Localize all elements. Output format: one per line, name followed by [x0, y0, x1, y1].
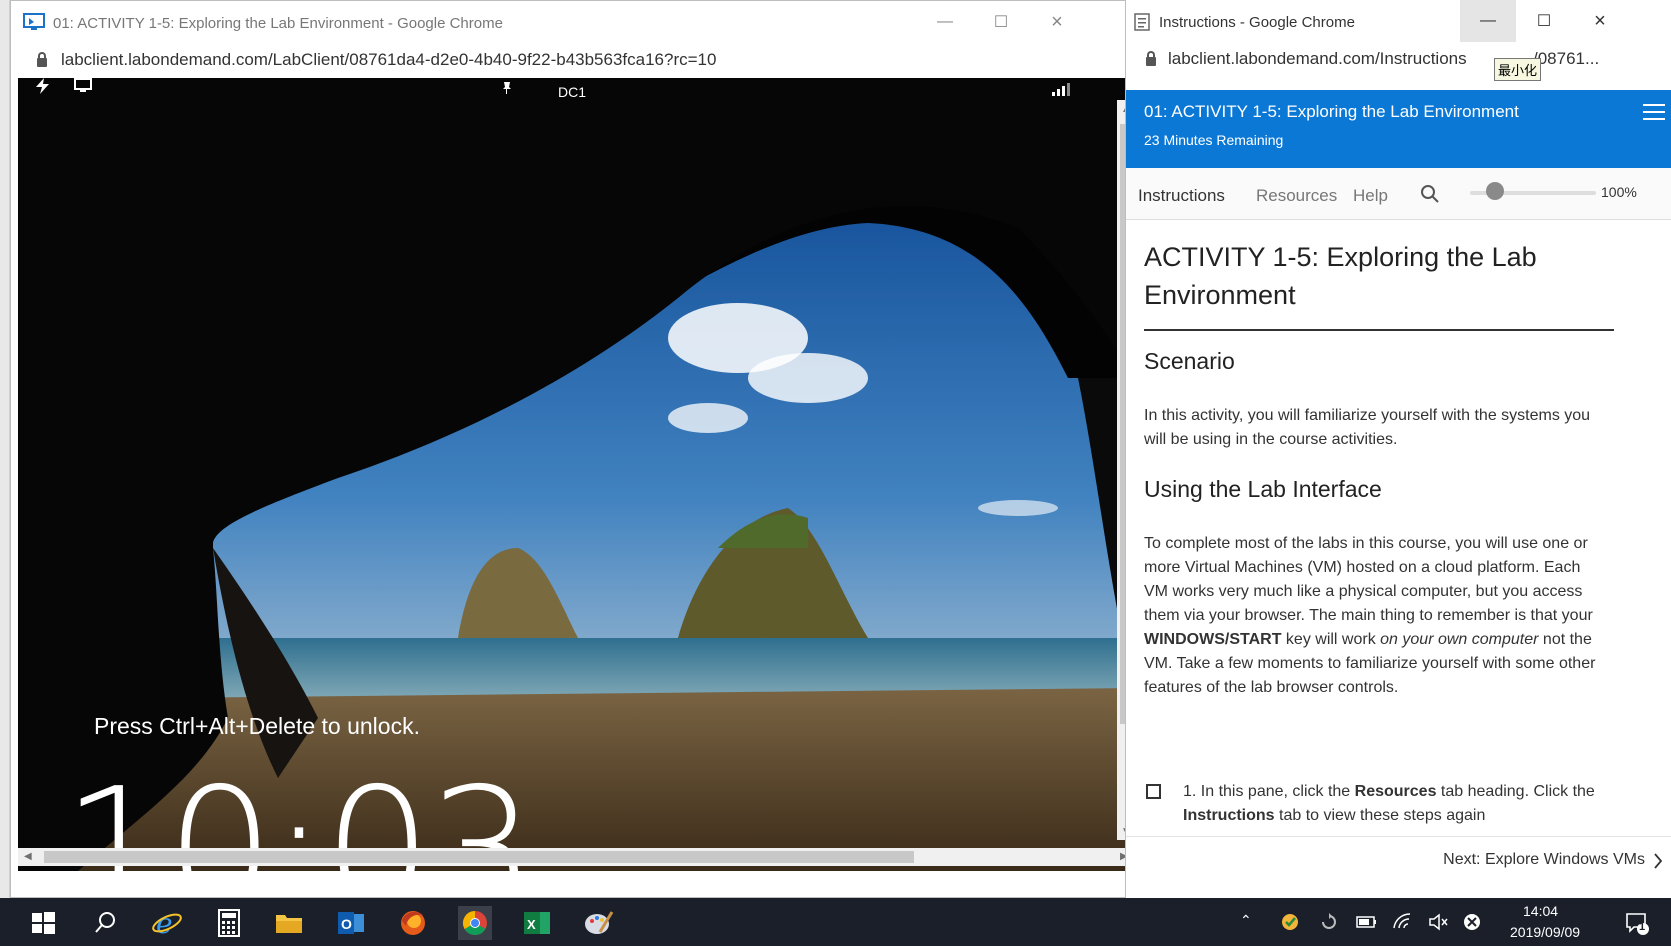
show-hidden-icons[interactable]: ⌃ [1240, 912, 1252, 929]
unlock-prompt: Press Ctrl+Alt+Delete to unlock. [94, 713, 420, 739]
taskbar-date[interactable]: 2019/09/09 [1510, 924, 1580, 940]
lab-header: 01: ACTIVITY 1-5: Exploring the Lab Envi… [1126, 90, 1671, 168]
right-window-titlebar[interactable]: Instructions - Google Chrome — ☐ × [1126, 0, 1671, 42]
zoom-value: 100% [1601, 184, 1637, 200]
svg-text:X: X [527, 917, 536, 932]
scenario-text: In this activity, you will familiarize y… [1144, 407, 1591, 448]
security-check-icon[interactable] [1281, 913, 1301, 931]
wifi-icon[interactable] [1392, 912, 1412, 930]
calculator-icon[interactable] [212, 906, 246, 940]
step-checkbox[interactable] [1146, 784, 1161, 799]
right-address-bar[interactable]: labclient.labondemand.com/Instructions /… [1126, 42, 1671, 78]
section-title-lab-interface: Using the Lab Interface [1144, 476, 1382, 502]
vm-toolbar: DC1 [18, 78, 1135, 106]
right-url-tail[interactable]: /08761... [1533, 49, 1599, 69]
remote-desktop-icon [23, 13, 45, 30]
maximize-button[interactable]: ☐ [972, 1, 1030, 43]
search-icon[interactable] [88, 906, 122, 940]
desktop-edge [0, 0, 10, 898]
lab-interface-text: To complete most of the labs in this cou… [1144, 535, 1596, 696]
firefox-icon[interactable] [396, 906, 430, 940]
section-title-scenario: Scenario [1144, 348, 1235, 374]
zoom-slider-handle[interactable] [1486, 182, 1505, 200]
menu-icon[interactable] [1643, 104, 1665, 125]
close-button[interactable]: × [1028, 1, 1086, 43]
signal-strength-icon [1052, 83, 1070, 96]
close-button[interactable]: × [1572, 0, 1628, 42]
ie-icon[interactable]: e [150, 906, 184, 940]
heading-divider [1144, 329, 1614, 331]
right-window-title: Instructions - Google Chrome [1159, 14, 1355, 31]
chrome-icon[interactable] [458, 906, 492, 940]
scroll-left-icon[interactable]: ◀ [24, 851, 32, 862]
file-explorer-icon[interactable] [272, 906, 306, 940]
tab-resources[interactable]: Resources [1256, 186, 1337, 206]
left-window-title: 01: ACTIVITY 1-5: Exploring the Lab Envi… [53, 15, 503, 32]
time-remaining: 23 Minutes Remaining [1144, 132, 1284, 148]
left-window-titlebar[interactable]: 01: ACTIVITY 1-5: Exploring the Lab Envi… [11, 1, 1154, 43]
step-1-text: 1. In this pane, click the Resources tab… [1183, 783, 1595, 824]
sync-icon[interactable] [1320, 913, 1338, 931]
minimize-button[interactable]: — [916, 1, 974, 43]
excel-icon[interactable]: X [520, 906, 554, 940]
battery-icon[interactable] [1356, 915, 1378, 929]
paint-icon[interactable] [582, 906, 616, 940]
power-bolt-icon[interactable] [36, 78, 50, 94]
outlook-icon[interactable]: O [334, 906, 368, 940]
chevron-right-icon[interactable] [1653, 853, 1663, 869]
notification-count: 1 [1639, 921, 1646, 933]
tab-instructions[interactable]: Instructions [1138, 186, 1225, 206]
network-error-icon[interactable] [1462, 912, 1482, 932]
document-icon [1134, 13, 1150, 31]
start-icon[interactable] [26, 906, 60, 940]
pin-icon[interactable] [502, 82, 512, 94]
lock-icon [1146, 51, 1156, 66]
vm-display[interactable]: DC1 Press Ctrl+Alt+Delete to unlock. 10:… [18, 78, 1135, 871]
instructions-window: Instructions - Google Chrome — ☐ × labcl… [1125, 0, 1671, 898]
next-step-link[interactable]: Next: Explore Windows VMs [1443, 851, 1645, 869]
horizontal-scroll-thumb[interactable] [44, 851, 914, 863]
lock-icon [37, 52, 47, 67]
maximize-button[interactable]: ☐ [1516, 0, 1572, 42]
instruction-tabs: Instructions Resources Help 100% [1126, 168, 1671, 220]
svg-text:O: O [341, 916, 352, 932]
volume-muted-icon[interactable] [1428, 913, 1448, 931]
notification-icon[interactable] [1624, 910, 1650, 936]
navigation-footer: Next: Explore Windows VMs [1126, 836, 1671, 878]
lab-title: 01: ACTIVITY 1-5: Exploring the Lab Envi… [1144, 102, 1519, 121]
left-url[interactable]: labclient.labondemand.com/LabClient/0876… [61, 50, 716, 70]
vm-horizontal-scrollbar[interactable]: ◀ ▶ [18, 848, 1135, 866]
svg-text:e: e [156, 907, 173, 940]
taskbar-time[interactable]: 14:04 [1523, 903, 1558, 919]
taskbar: e O X ⌃ 14:04 2019/09/09 1 [0, 898, 1671, 946]
left-address-bar[interactable]: labclient.labondemand.com/LabClient/0876… [11, 43, 1154, 79]
vm-name: DC1 [558, 84, 587, 100]
search-icon[interactable] [1420, 184, 1440, 204]
monitor-icon[interactable] [74, 78, 92, 94]
instructions-content: ACTIVITY 1-5: Exploring the Lab Environm… [1126, 220, 1671, 836]
minimize-button[interactable]: — [1460, 0, 1516, 42]
tab-help[interactable]: Help [1353, 186, 1388, 206]
minimize-tooltip: 最小化 [1494, 58, 1542, 81]
right-url[interactable]: labclient.labondemand.com/Instructions [1168, 49, 1467, 69]
activity-heading: ACTIVITY 1-5: Exploring the Lab Environm… [1144, 242, 1537, 310]
